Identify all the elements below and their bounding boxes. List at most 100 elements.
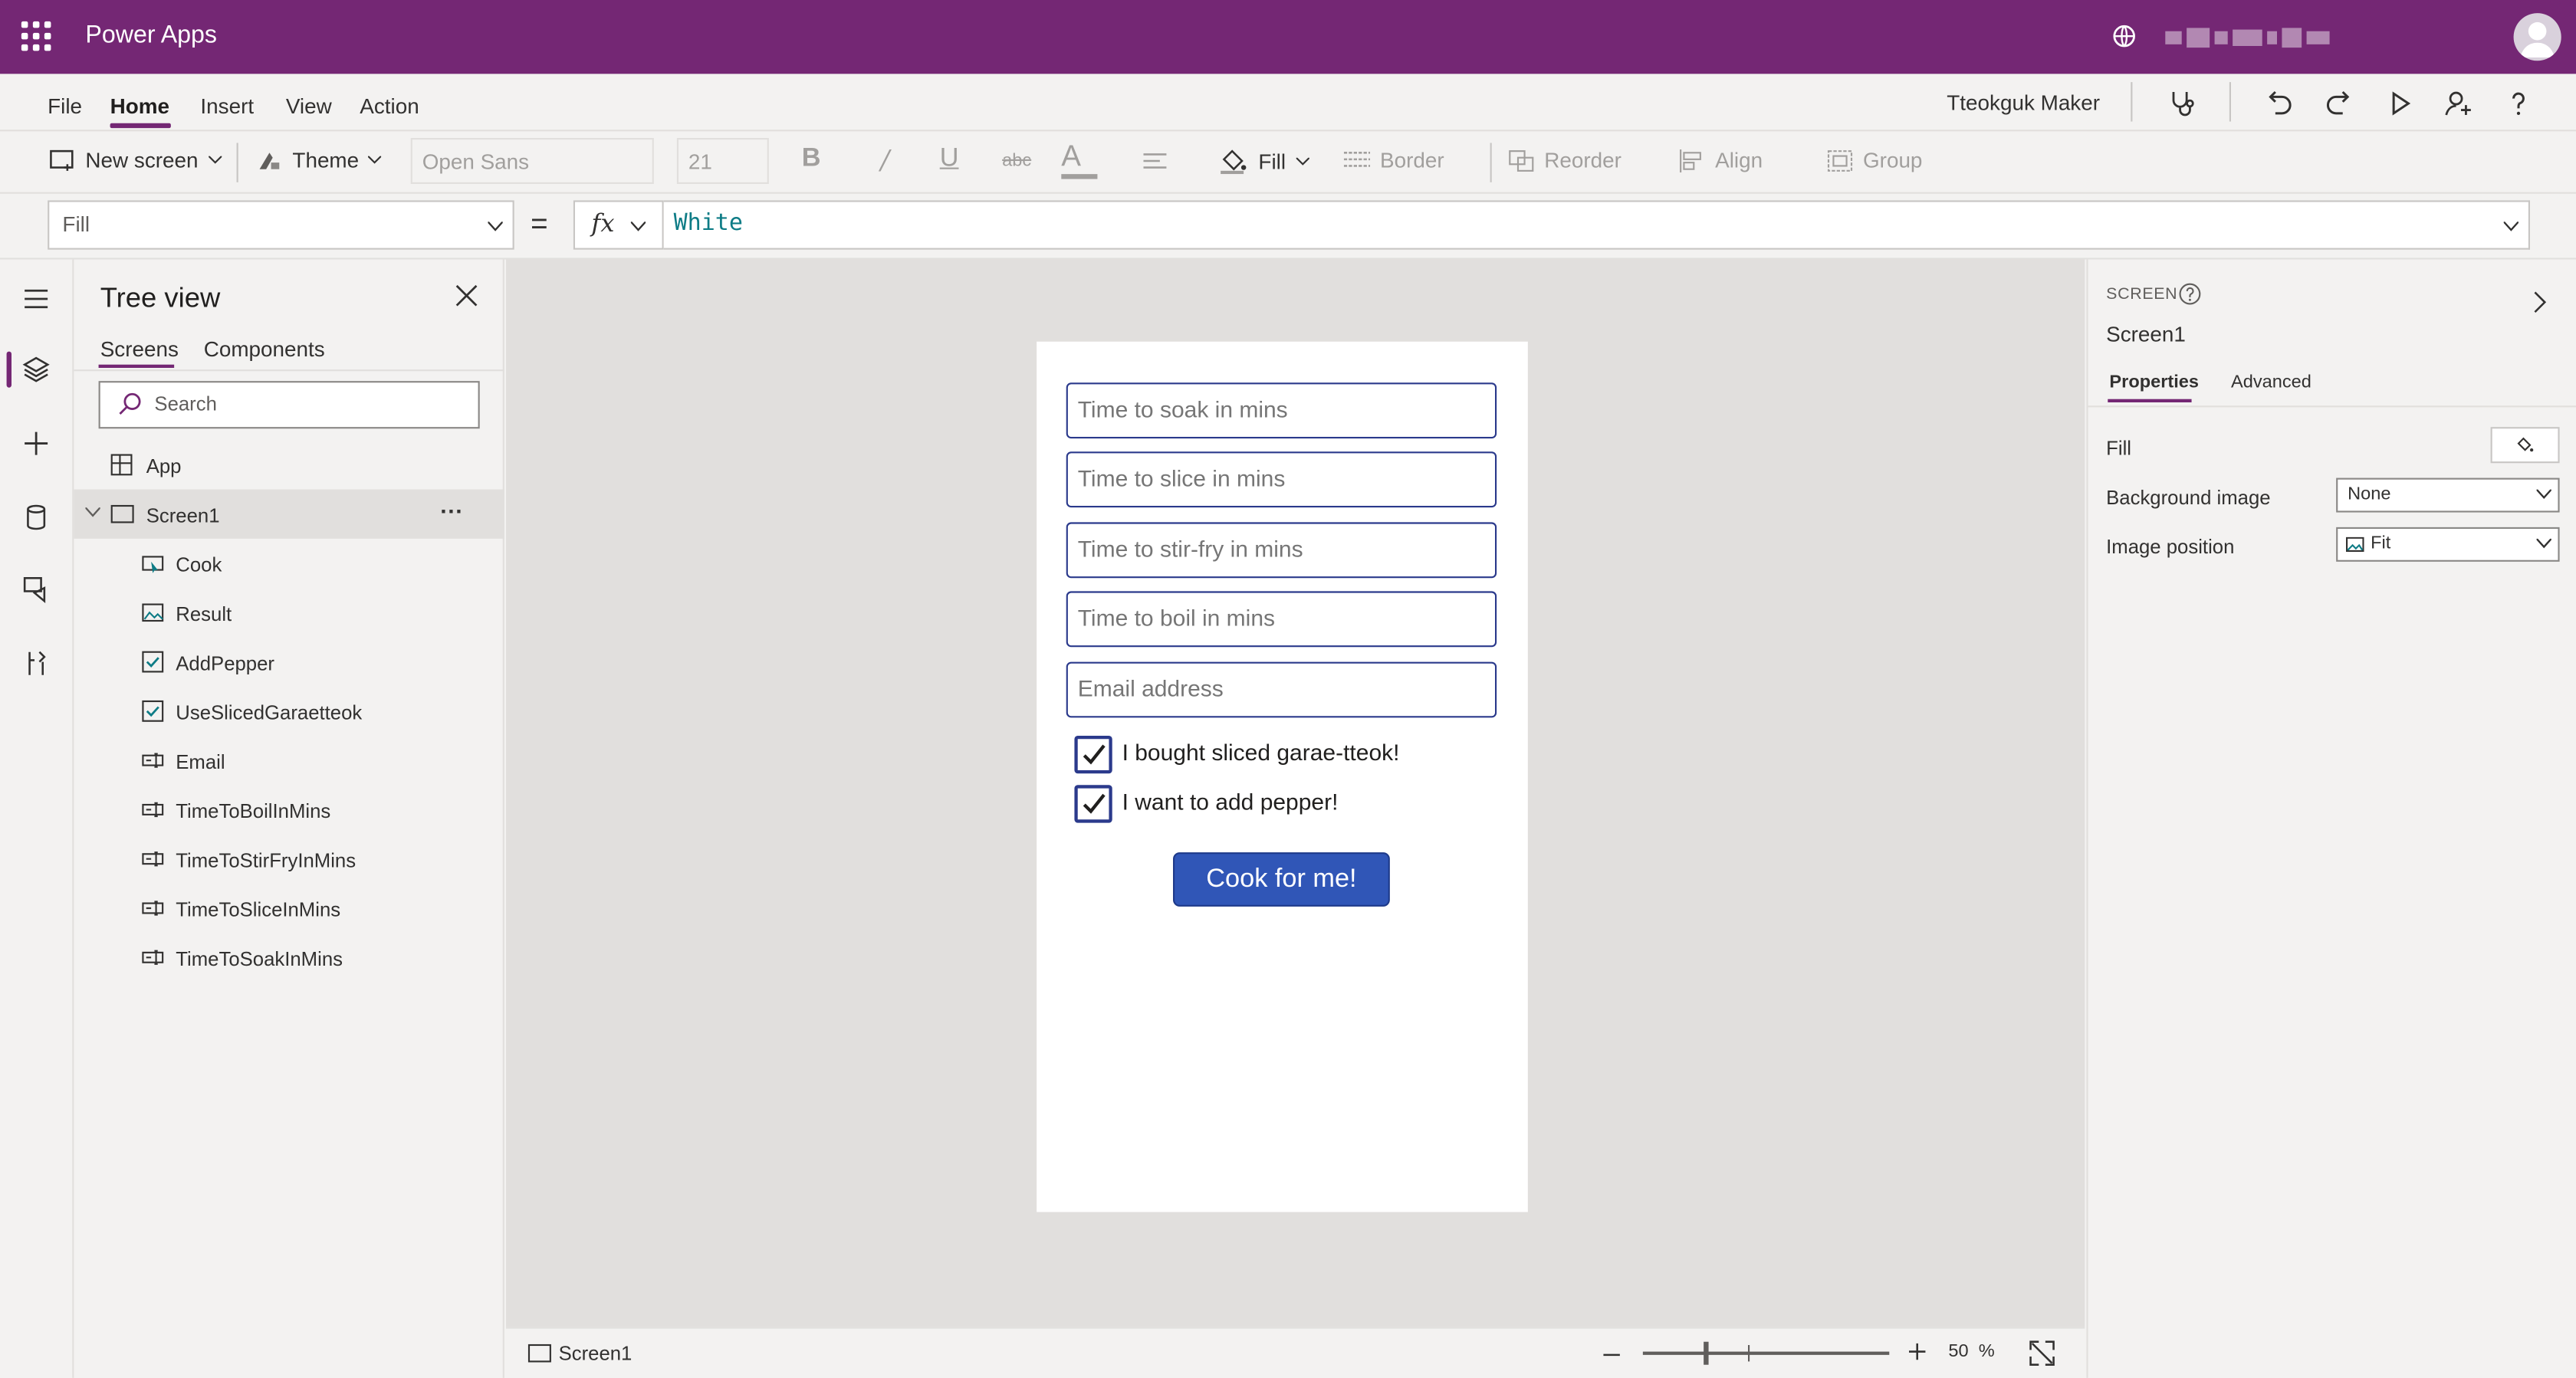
tree-node-addpepper[interactable]: AddPepper [74,637,504,686]
theme-button[interactable]: Theme [256,147,383,172]
design-canvas[interactable]: Time to soak in mins Time to slice in mi… [506,259,2085,1327]
bold-button[interactable]: B [802,145,821,175]
close-icon[interactable] [455,284,478,307]
font-family-select[interactable]: Open Sans [410,138,654,184]
add-pepper-checkbox[interactable] [1074,785,1112,823]
menu-home[interactable]: Home [110,94,169,118]
tree-node-screen1[interactable]: Screen1 ··· [74,489,504,539]
italic-button[interactable]: / [881,145,890,176]
font-size-select[interactable]: 21 [676,138,769,184]
tab-components[interactable]: Components [204,336,325,361]
more-options-icon[interactable]: ··· [440,497,463,523]
checkbox-label: I want to add pepper! [1122,788,1339,815]
tree-node-email[interactable]: Email [74,736,504,785]
chevron-right-icon[interactable] [2533,290,2547,313]
tab-screens[interactable]: Screens [100,336,179,361]
menu-action[interactable]: Action [360,94,419,118]
rail-active-indicator [6,351,12,388]
zoom-in-icon[interactable] [1907,1342,1927,1362]
tree-node-result[interactable]: Result [74,588,504,637]
selected-name[interactable]: Screen1 [2106,322,2186,346]
tree-node-timetosoakinmins[interactable]: TimeToSoakInMins [74,933,504,982]
menu-file[interactable]: File [48,94,82,118]
menu-active-indicator [110,123,171,129]
slice-time-input[interactable]: Time to slice in mins [1066,451,1497,508]
fx-label: fx [591,208,615,238]
align-label: Align [1715,147,1763,172]
menu-insert[interactable]: Insert [200,94,254,118]
zoom-slider-thumb[interactable] [1704,1341,1709,1365]
status-bar: Screen1 50 % [506,1327,2085,1378]
reorder-label: Reorder [1544,147,1622,172]
hamburger-icon[interactable] [20,283,53,316]
redo-icon[interactable] [2323,87,2356,120]
text-align-icon[interactable] [1143,151,1176,174]
tab-properties[interactable]: Properties [2109,372,2199,392]
group-button[interactable]: Group [1827,148,1922,172]
tree-node-app[interactable]: App [74,440,504,489]
tree-node-timetoboilinmins[interactable]: TimeToBoilInMins [74,785,504,834]
reorder-button[interactable]: Reorder [1508,148,1622,172]
tree-node-label: TimeToSliceInMins [176,898,341,922]
undo-icon[interactable] [2262,87,2295,120]
preview-play-icon[interactable] [2384,87,2417,120]
zoom-slider-track[interactable] [1642,1351,1890,1355]
advanced-tools-icon[interactable] [20,647,53,680]
chevron-down-icon [488,221,503,231]
button-icon [142,556,164,573]
soak-time-input[interactable]: Time to soak in mins [1066,382,1497,439]
media-icon[interactable] [20,573,53,606]
app-checker-icon[interactable] [2165,87,2198,120]
tree-view-layers-icon[interactable] [20,353,53,386]
tab-advanced[interactable]: Advanced [2231,372,2312,392]
data-database-icon[interactable] [20,501,53,534]
info-help-icon[interactable] [2178,283,2201,306]
property-select[interactable]: Fill [48,200,514,250]
share-user-icon[interactable] [2443,87,2476,120]
border-button[interactable]: Border [1343,148,1444,172]
menu-view[interactable]: View [286,94,332,118]
tree-node-label: App [146,454,182,478]
tree-node-timetostirfryinmins[interactable]: TimeToStirFryInMins [74,835,504,884]
boil-time-input[interactable]: Time to boil in mins [1066,591,1497,648]
checkmark-icon [1083,793,1106,814]
help-icon[interactable] [2502,87,2535,120]
formula-input[interactable]: White [663,200,2530,250]
sliced-garaetteok-checkbox[interactable] [1074,736,1112,774]
stirfry-time-input[interactable]: Time to stir-fry in mins [1066,522,1497,579]
fit-to-window-icon[interactable] [2029,1340,2055,1367]
account-avatar[interactable] [2513,13,2561,61]
align-button[interactable]: Align [1679,148,1763,172]
insert-plus-icon[interactable] [20,427,53,460]
current-screen-label[interactable]: Screen1 [559,1342,632,1365]
fill-color-picker[interactable] [2490,427,2560,464]
underline-button[interactable]: U [940,145,959,175]
environment-icon[interactable] [2111,23,2137,49]
tree-node-useslicedgaraetteok[interactable]: UseSlicedGaraetteok [74,687,504,736]
theme-label: Theme [292,147,360,172]
tree-node-timetosliceinmins[interactable]: TimeToSliceInMins [74,884,504,933]
strikethrough-button[interactable]: abc [1002,151,1031,171]
fill-button[interactable]: Fill [1219,148,1309,175]
app-launcher-icon[interactable] [21,21,51,51]
textinput-icon [142,901,164,916]
tree-search-input[interactable]: Search [98,381,480,429]
image-position-select[interactable]: Fit [2336,527,2560,562]
environment-name-redacted[interactable] [2165,20,2349,56]
theme-icon [259,152,280,169]
reorder-icon [1509,149,1534,171]
image-icon [2346,536,2364,552]
checkbox-icon [142,651,164,673]
zoom-out-icon[interactable] [1602,1345,1622,1365]
app-screen-preview[interactable]: Time to soak in mins Time to slice in mi… [1037,341,1528,1212]
cook-button[interactable]: Cook for me! [1173,852,1390,907]
function-button[interactable]: fx [573,200,664,250]
email-input[interactable]: Email address [1066,661,1497,718]
menu-bar: File Home Insert View Action Tteokguk Ma… [0,74,2576,132]
tree-node-cook[interactable]: Cook [74,539,504,588]
new-screen-button[interactable]: New screen [49,148,222,172]
font-color-button[interactable]: A [1061,139,1081,174]
tab-active-indicator [2108,399,2192,402]
tree-node-label: TimeToSoakInMins [176,947,343,971]
background-image-select[interactable]: None [2336,477,2560,513]
